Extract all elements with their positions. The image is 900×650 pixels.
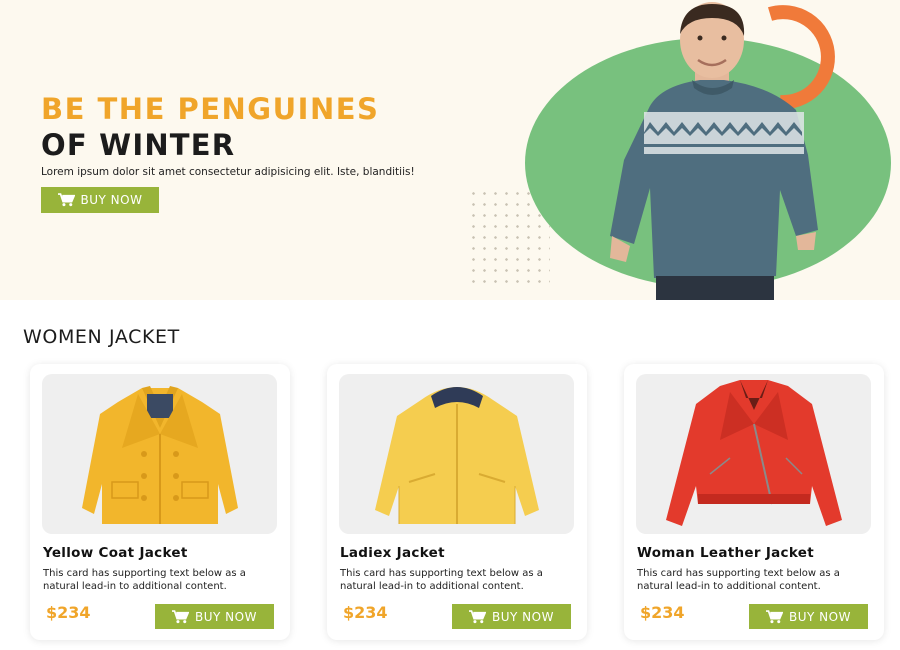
product-price: $234 <box>640 603 685 622</box>
hero-buy-now-label: BUY NOW <box>80 193 143 207</box>
product-buy-now-button[interactable]: BUY NOW <box>749 604 868 629</box>
buy-now-label: BUY NOW <box>789 609 851 624</box>
buy-now-label: BUY NOW <box>492 609 554 624</box>
product-buy-now-button[interactable]: BUY NOW <box>155 604 274 629</box>
product-price: $234 <box>343 603 388 622</box>
hero-banner: BE THE PENGUINES OF WINTER Lorem ipsum d… <box>0 0 900 300</box>
buy-now-label: BUY NOW <box>195 609 257 624</box>
cart-icon <box>766 609 784 623</box>
yellow-coat-jacket-image <box>42 374 277 534</box>
red-leather-jacket-image <box>636 374 871 534</box>
product-name: Ladiex Jacket <box>340 545 445 561</box>
product-description: This card has supporting text below as a… <box>637 568 840 592</box>
hero-subtitle: Lorem ipsum dolor sit amet consectetur a… <box>41 166 415 178</box>
hero-buy-now-button[interactable]: BUY NOW <box>41 187 159 213</box>
product-name: Yellow Coat Jacket <box>43 545 188 561</box>
section-title: WOMEN JACKET <box>23 326 180 348</box>
product-price: $234 <box>46 603 91 622</box>
cart-icon <box>469 609 487 623</box>
yellow-hooded-jacket-image <box>339 374 574 534</box>
hero-title-line1: BE THE PENGUINES <box>41 92 380 126</box>
product-card: Woman Leather Jacket This card has suppo… <box>624 364 884 640</box>
product-description: This card has supporting text below as a… <box>340 568 543 592</box>
product-buy-now-button[interactable]: BUY NOW <box>452 604 571 629</box>
product-name: Woman Leather Jacket <box>637 545 814 561</box>
product-card: Yellow Coat Jacket This card has support… <box>30 364 290 640</box>
product-description: This card has supporting text below as a… <box>43 568 246 592</box>
cart-icon <box>57 193 75 207</box>
hero-title-line2: OF WINTER <box>41 128 236 162</box>
product-card: Ladiex Jacket This card has supporting t… <box>327 364 587 640</box>
model-photo <box>610 2 818 300</box>
cart-icon <box>172 609 190 623</box>
